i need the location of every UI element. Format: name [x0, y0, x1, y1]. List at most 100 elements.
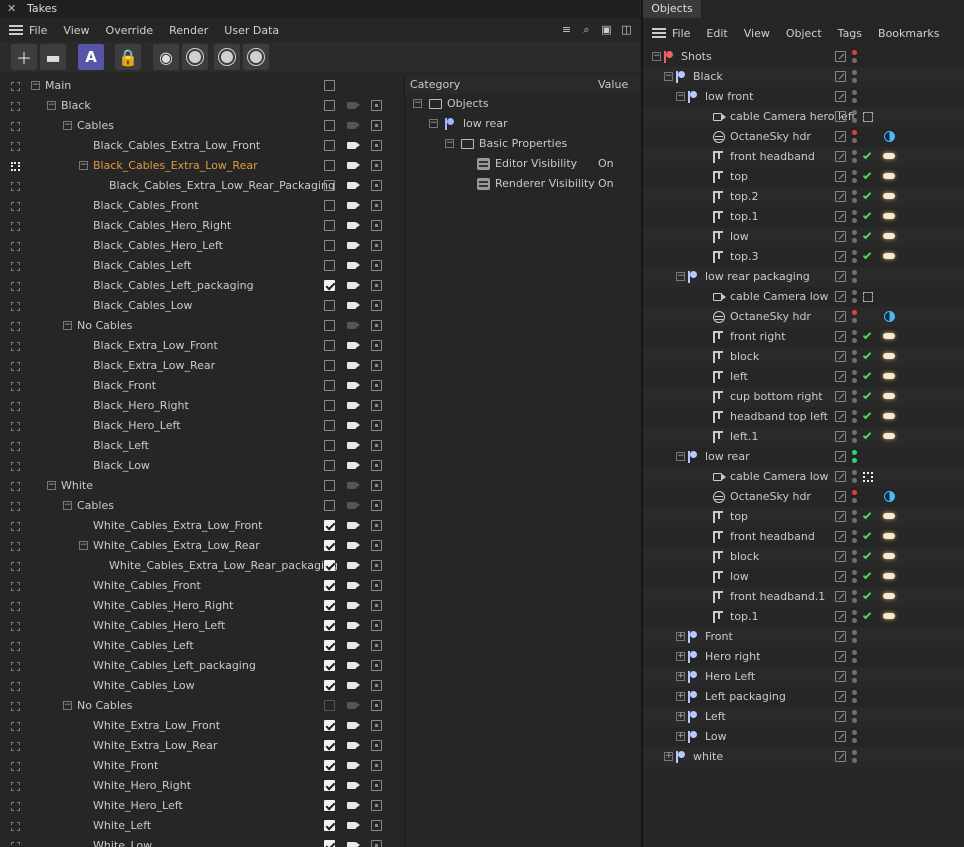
camera-tag-icon[interactable]: [863, 472, 873, 482]
object-row[interactable]: − low front: [643, 87, 964, 107]
layer-edit-icon[interactable]: [835, 611, 846, 622]
layer-edit-icon[interactable]: [835, 291, 846, 302]
object-label[interactable]: cup bottom right: [730, 387, 823, 407]
object-label[interactable]: low front: [705, 87, 753, 107]
render-visibility-dot[interactable]: [852, 158, 857, 163]
camera-icon[interactable]: [347, 402, 360, 409]
camera-icon[interactable]: [347, 642, 360, 649]
light-tag-icon[interactable]: [883, 593, 895, 599]
render-camera-icon[interactable]: ◉: [153, 44, 179, 70]
editor-visibility-dot[interactable]: [852, 130, 857, 135]
menu-user-data[interactable]: User Data: [224, 24, 279, 37]
object-row[interactable]: cable Camera hero left: [643, 107, 964, 127]
overlay-icon[interactable]: [11, 142, 20, 151]
take-label[interactable]: White_Low: [93, 836, 152, 847]
take-row[interactable]: Black_Front: [0, 376, 400, 396]
take-checkbox[interactable]: [324, 480, 335, 491]
overlay-icon[interactable]: [11, 342, 20, 351]
take-label[interactable]: No Cables: [77, 696, 132, 716]
menu-tags[interactable]: Tags: [838, 27, 862, 40]
layer-edit-icon[interactable]: [835, 531, 846, 542]
category-row[interactable]: − Basic Properties: [405, 134, 640, 154]
expand-toggle[interactable]: +: [676, 712, 685, 721]
render-settings-icon[interactable]: [371, 800, 382, 811]
layer-edit-icon[interactable]: [835, 251, 846, 262]
expand-toggle[interactable]: −: [63, 321, 72, 330]
enabled-check-icon[interactable]: [862, 570, 872, 580]
take-checkbox[interactable]: [324, 80, 335, 91]
render-settings-icon[interactable]: [371, 600, 382, 611]
take-checkbox[interactable]: [324, 620, 335, 631]
enabled-check-icon[interactable]: [862, 230, 872, 240]
object-label[interactable]: low: [730, 567, 749, 587]
take-row[interactable]: − No Cables: [0, 696, 400, 716]
take-row[interactable]: − Main: [0, 76, 400, 96]
camera-icon[interactable]: [347, 442, 360, 449]
render-settings-icon[interactable]: [371, 320, 382, 331]
object-row[interactable]: + white: [643, 747, 964, 767]
category-row[interactable]: Editor Visibility On: [405, 154, 640, 174]
overlay-icon[interactable]: [11, 782, 20, 791]
overlay-icon[interactable]: [11, 822, 20, 831]
editor-visibility-dot[interactable]: [852, 210, 857, 215]
take-label[interactable]: Cables: [77, 116, 114, 136]
take-row[interactable]: − White: [0, 476, 400, 496]
layer-edit-icon[interactable]: [835, 91, 846, 102]
take-row[interactable]: Black_Cables_Hero_Left: [0, 236, 400, 256]
camera-icon[interactable]: [347, 162, 360, 169]
object-row[interactable]: front headband: [643, 147, 964, 167]
camera-icon[interactable]: [347, 602, 360, 609]
layer-edit-icon[interactable]: [835, 311, 846, 322]
render-visibility-dot[interactable]: [852, 558, 857, 563]
render-visibility-dot[interactable]: [852, 338, 857, 343]
render-settings-icon[interactable]: [371, 240, 382, 251]
object-label[interactable]: cable Camera low: [730, 467, 829, 487]
render-visibility-dot[interactable]: [852, 418, 857, 423]
take-checkbox[interactable]: [324, 200, 335, 211]
expand-toggle[interactable]: +: [676, 632, 685, 641]
render-visibility-dot[interactable]: [852, 378, 857, 383]
take-checkbox[interactable]: [324, 440, 335, 451]
take-checkbox[interactable]: [324, 740, 335, 751]
render-settings-icon[interactable]: [371, 300, 382, 311]
take-checkbox[interactable]: [324, 300, 335, 311]
render-visibility-dot[interactable]: [852, 358, 857, 363]
object-row[interactable]: top.3: [643, 247, 964, 267]
expand-toggle[interactable]: −: [63, 701, 72, 710]
expand-toggle[interactable]: −: [31, 81, 40, 90]
render-visibility-dot[interactable]: [852, 138, 857, 143]
object-label[interactable]: white: [693, 747, 723, 767]
render-settings-icon[interactable]: [371, 660, 382, 671]
take-label[interactable]: Black_Hero_Left: [93, 416, 181, 436]
enabled-check-icon[interactable]: [862, 610, 872, 620]
overlay-icon[interactable]: [11, 762, 20, 771]
take-row[interactable]: Black_Cables_Low: [0, 296, 400, 316]
render-settings-icon[interactable]: [371, 680, 382, 691]
take-checkbox[interactable]: [324, 720, 335, 731]
layer-edit-icon[interactable]: [835, 551, 846, 562]
enabled-check-icon[interactable]: [862, 510, 872, 520]
take-label[interactable]: White_Hero_Right: [93, 776, 191, 796]
expand-toggle[interactable]: −: [47, 101, 56, 110]
camera-icon[interactable]: [347, 222, 360, 229]
object-row[interactable]: left.1: [643, 427, 964, 447]
take-label[interactable]: White_Left: [93, 816, 151, 836]
editor-visibility-dot[interactable]: [852, 470, 857, 475]
render-settings-icon[interactable]: [371, 180, 382, 191]
take-checkbox[interactable]: [324, 520, 335, 531]
object-row[interactable]: OctaneSky hdr: [643, 487, 964, 507]
add-take-icon[interactable]: ＋: [11, 44, 37, 70]
expand-toggle[interactable]: −: [664, 72, 673, 81]
take-label[interactable]: White_Hero_Left: [93, 796, 183, 816]
take-checkbox[interactable]: [324, 220, 335, 231]
take-label[interactable]: White_Cables_Low: [93, 676, 195, 696]
take-label[interactable]: Black_Extra_Low_Rear: [93, 356, 215, 376]
object-label[interactable]: Low: [705, 727, 727, 747]
take-checkbox[interactable]: [324, 800, 335, 811]
object-row[interactable]: headband top left: [643, 407, 964, 427]
take-label[interactable]: Black_Cables_Extra_Low_Rear_Packaging: [109, 176, 335, 196]
overlay-icon[interactable]: [11, 82, 20, 91]
expand-toggle[interactable]: −: [79, 541, 88, 550]
expand-toggle[interactable]: +: [676, 672, 685, 681]
take-row[interactable]: Black_Cables_Hero_Right: [0, 216, 400, 236]
